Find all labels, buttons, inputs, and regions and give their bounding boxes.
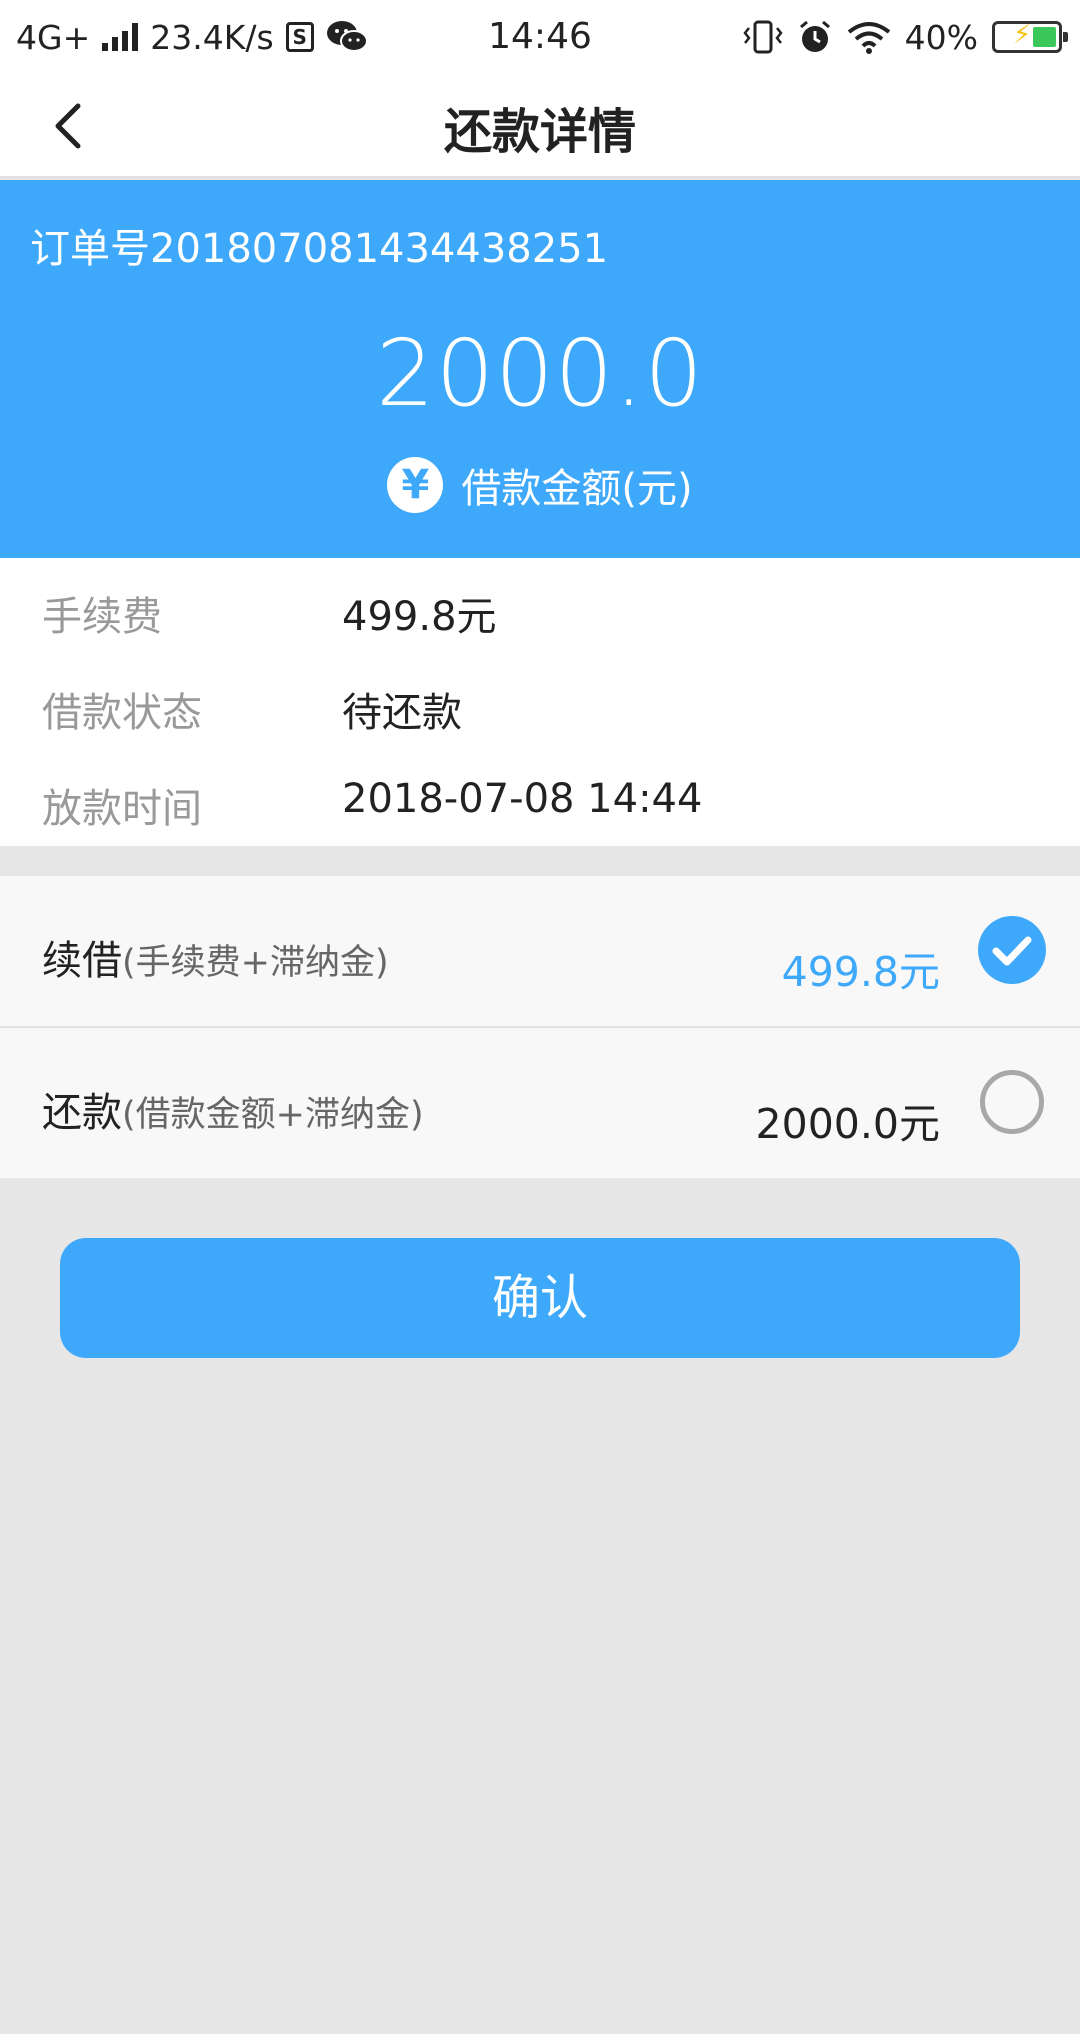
radio-unchecked-icon[interactable]: [980, 1070, 1044, 1134]
info-row-status: 借款状态 待还款: [0, 654, 1080, 750]
option-title: 续借(手续费+滞纳金): [42, 928, 389, 986]
wifi-icon: [847, 22, 890, 54]
loan-summary: 订单号20180708143443825​1 2000.0 ¥ 借款金额(元): [0, 180, 1080, 558]
alarm-icon: [799, 20, 830, 52]
loan-amount: 2000.0: [376, 320, 704, 427]
radio-checked-icon[interactable]: [978, 916, 1046, 984]
checkmark-icon: [992, 936, 1032, 966]
order-number: 订单号20180708143443825​1: [30, 226, 609, 272]
option-title-main: 还款: [42, 1090, 122, 1136]
status-bar: 4G+ 23.4K/s S 14:46 40% ⚡: [0, 0, 1080, 74]
battery-percent: 40%: [904, 17, 978, 57]
option-title-main: 续借: [42, 938, 122, 984]
loan-info: 手续费 499.8元 借款状态 待还款 放款时间 2018-07-08 14:4…: [0, 558, 1080, 846]
loan-amount-caption: ¥ 借款金额(元): [0, 456, 1080, 514]
option-renew[interactable]: 续借(手续费+滞纳金) 499.8元: [0, 876, 1080, 1026]
info-label: 借款状态: [42, 690, 202, 736]
info-value: 待还款: [342, 690, 462, 736]
screen: 4G+ 23.4K/s S 14:46 40% ⚡ 还款详情 订单号201807…: [0, 0, 1080, 2034]
option-repay[interactable]: 还款(借款金额+滞纳金) 2000.0元: [0, 1026, 1080, 1176]
status-right: 40% ⚡: [743, 0, 1068, 74]
option-amount: 499.8元: [781, 948, 940, 996]
info-value: 2018-07-08 14:44: [342, 776, 703, 822]
option-title-sub: (借款金额+滞纳金): [122, 1095, 424, 1135]
option-title: 还款(借款金额+滞纳金): [42, 1080, 424, 1138]
status-left: 4G+ 23.4K/s S: [16, 0, 368, 74]
charging-icon: ⚡: [1013, 20, 1032, 50]
network-type: 4G+: [16, 17, 91, 57]
network-speed: 23.4K/s: [150, 17, 274, 57]
info-value: 499.8元: [342, 594, 497, 640]
info-row-disbursed-time: 放款时间 2018-07-08 14:44: [0, 750, 1080, 846]
nav-bar: 还款详情: [0, 74, 1080, 178]
vibrate-icon: [743, 20, 783, 54]
battery-level: [1033, 27, 1056, 47]
option-title-sub: (手续费+滞纳金): [122, 943, 389, 983]
notification-app-icon: S: [285, 22, 314, 52]
signal-icon: [102, 23, 139, 51]
info-label: 手续费: [42, 594, 162, 640]
battery-icon: ⚡: [992, 20, 1068, 53]
info-label: 放款时间: [42, 786, 202, 832]
info-row-fee: 手续费 499.8元: [0, 558, 1080, 654]
yen-icon: ¥: [387, 457, 444, 513]
option-amount: 2000.0元: [755, 1100, 940, 1148]
page-title: 还款详情: [443, 104, 636, 160]
loan-amount-label: 借款金额(元): [461, 466, 693, 512]
repay-options: 续借(手续费+滞纳金) 499.8元 还款(借款金额+滞纳金) 2000.0元: [0, 876, 1080, 1178]
wechat-icon: [326, 21, 368, 52]
confirm-button[interactable]: 确认: [60, 1238, 1020, 1358]
